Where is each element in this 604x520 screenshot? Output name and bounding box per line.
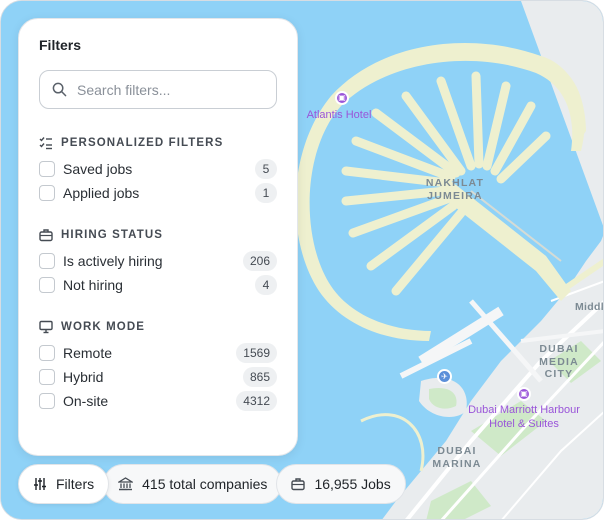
marriott-label-line2[interactable]: Hotel & Suites (459, 418, 589, 430)
count-badge: 4312 (236, 391, 277, 411)
filter-label[interactable]: Remote (63, 345, 236, 361)
count-badge: 865 (242, 367, 277, 387)
atlantis-hotel-label[interactable]: Atlantis Hotel (299, 109, 379, 121)
count-badge: 206 (242, 251, 277, 271)
filter-on-site[interactable]: On-site 4312 (39, 389, 277, 413)
filter-label[interactable]: Saved jobs (63, 161, 255, 177)
nakhlat-label-line1: NAKHLAT (425, 177, 485, 189)
checkbox[interactable] (39, 185, 55, 201)
filter-label[interactable]: Applied jobs (63, 185, 255, 201)
companies-count-label[interactable]: 415 total companies (142, 476, 267, 492)
filter-label[interactable]: Hybrid (63, 369, 243, 385)
search-icon (52, 82, 67, 97)
briefcase-icon (39, 229, 53, 242)
marina-label-line2: MARINA (432, 458, 482, 470)
count-badge: 1569 (236, 343, 277, 363)
search-box[interactable] (39, 70, 277, 109)
filters-toggle-button[interactable]: Filters (18, 464, 110, 504)
checkbox[interactable] (39, 161, 55, 177)
filter-hybrid[interactable]: Hybrid 865 (39, 365, 277, 389)
media-city-label-line2: MEDIA CITY (539, 356, 579, 380)
filter-applied-jobs[interactable]: Applied jobs 1 (39, 181, 277, 205)
filter-label[interactable]: On-site (63, 393, 236, 409)
marriott-label-line1[interactable]: Dubai Marriott Harbour (459, 404, 589, 416)
section-personalized-filters: PERSONALIZED FILTERS Saved jobs 5 Applie… (39, 133, 277, 205)
middle-label: Middl (575, 301, 604, 313)
filter-label[interactable]: Not hiring (63, 277, 255, 293)
bank-building-icon (118, 477, 134, 491)
marina-label-line1: DUBAI (437, 445, 477, 457)
monitor-icon (39, 320, 53, 334)
jobs-count-pill[interactable]: 16,955 Jobs (276, 464, 406, 504)
count-badge: 4 (255, 275, 277, 295)
panel-title: Filters (39, 37, 82, 53)
sliders-icon (34, 478, 46, 490)
filter-label[interactable]: Is actively hiring (63, 253, 243, 269)
filter-not-hiring[interactable]: Not hiring 4 (39, 273, 277, 297)
map-window: ▣ Atlantis Hotel NAKHLAT JUMEIRA DUBAI M… (0, 0, 604, 520)
checkbox[interactable] (39, 253, 55, 269)
search-input[interactable] (77, 81, 264, 98)
checkbox[interactable] (39, 369, 55, 385)
count-badge: 1 (255, 183, 277, 203)
filter-remote[interactable]: Remote 1569 (39, 341, 277, 365)
section-title: HIRING STATUS (61, 229, 164, 241)
section-hiring-status: HIRING STATUS Is actively hiring 206 Not… (39, 225, 277, 297)
marriott-hotel-pin-icon[interactable]: ▣ (517, 387, 531, 401)
briefcase-icon (291, 478, 306, 491)
bottom-bar: Filters 415 total companies 16,955 Jobs (18, 464, 406, 504)
section-work-mode: WORK MODE Remote 1569 Hybrid 865 On-site… (39, 317, 277, 413)
filter-saved-jobs[interactable]: Saved jobs 5 (39, 157, 277, 181)
section-title: WORK MODE (61, 321, 146, 333)
checkbox[interactable] (39, 393, 55, 409)
filters-panel: Filters PERSONALIZED FILTERS (18, 18, 298, 456)
companies-count-pill[interactable]: 415 total companies (103, 464, 283, 504)
checklist-icon (39, 137, 52, 150)
checkbox[interactable] (39, 277, 55, 293)
airport-icon[interactable]: ✈ (437, 369, 452, 384)
atlantis-hotel-pin-icon[interactable]: ▣ (335, 91, 349, 105)
filters-toggle-label[interactable]: Filters (56, 476, 94, 492)
media-city-label-line1: DUBAI (539, 343, 579, 355)
count-badge: 5 (255, 159, 277, 179)
nakhlat-label-line2: JUMEIRA (427, 190, 483, 202)
section-title: PERSONALIZED FILTERS (61, 137, 224, 149)
jobs-count-label[interactable]: 16,955 Jobs (314, 476, 390, 492)
filter-actively-hiring[interactable]: Is actively hiring 206 (39, 249, 277, 273)
checkbox[interactable] (39, 345, 55, 361)
